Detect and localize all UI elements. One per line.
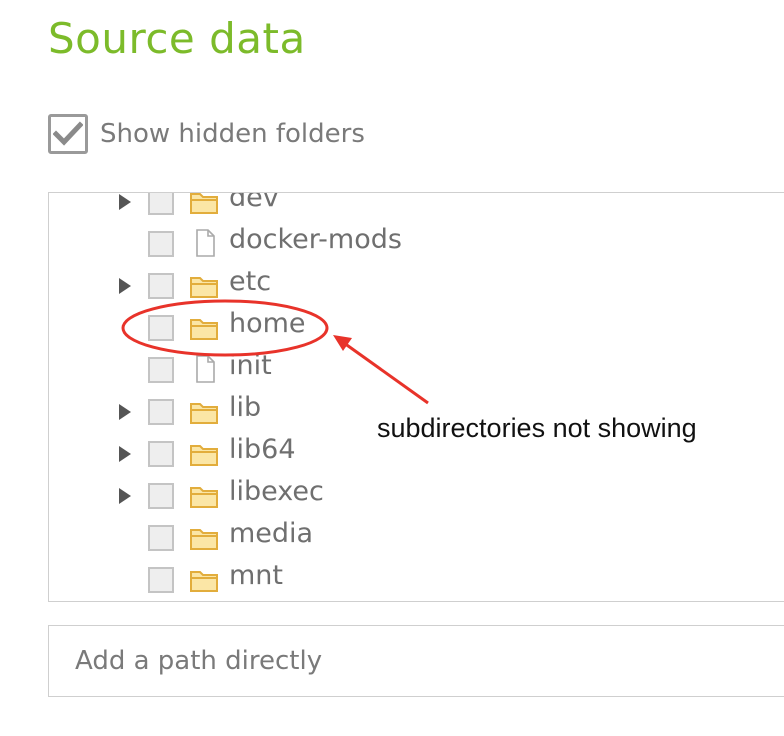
folder-icon (190, 277, 218, 298)
file-icon (196, 229, 215, 257)
row-label[interactable]: init (229, 350, 272, 381)
folder-icon (190, 571, 218, 592)
checkmark-icon (53, 121, 83, 146)
folder-icon (190, 319, 218, 340)
show-hidden-folders-checkbox[interactable] (48, 114, 88, 154)
row-checkbox[interactable] (148, 193, 174, 215)
expand-arrow-icon[interactable] (117, 487, 133, 505)
row-label[interactable]: etc (229, 266, 271, 297)
folder-icon (190, 529, 218, 550)
row-checkbox[interactable] (148, 273, 174, 299)
row-label[interactable]: lib (229, 392, 261, 423)
row-label[interactable]: libexec (229, 476, 324, 507)
folder-icon (190, 403, 218, 424)
row-checkbox[interactable] (148, 441, 174, 467)
row-label[interactable]: mnt (229, 560, 283, 591)
row-label[interactable]: media (229, 518, 313, 549)
row-checkbox[interactable] (148, 483, 174, 509)
expand-arrow-icon[interactable] (117, 277, 133, 295)
row-checkbox[interactable] (148, 315, 174, 341)
folder-icon (190, 445, 218, 466)
annotation-text: subdirectories not showing (377, 413, 697, 443)
row-checkbox[interactable] (148, 399, 174, 425)
expand-arrow-icon[interactable] (117, 403, 133, 421)
row-label[interactable]: lib64 (229, 434, 296, 465)
page-title: Source data (48, 14, 306, 63)
row-checkbox[interactable] (148, 231, 174, 257)
add-path-input[interactable] (48, 625, 784, 697)
folder-icon (190, 193, 218, 214)
row-checkbox[interactable] (148, 525, 174, 551)
expand-arrow-icon[interactable] (117, 445, 133, 463)
row-label[interactable]: home (229, 308, 306, 339)
show-hidden-folders-label[interactable]: Show hidden folders (100, 119, 365, 149)
row-checkbox[interactable] (148, 357, 174, 383)
file-icon (196, 355, 215, 383)
show-hidden-folders-row[interactable]: Show hidden folders (48, 112, 365, 156)
row-label[interactable]: docker-mods (229, 224, 402, 255)
folder-tree[interactable]: dev docker-mods etc home init lib lib64 (48, 192, 784, 602)
expand-arrow-icon[interactable] (117, 193, 133, 211)
row-checkbox[interactable] (148, 567, 174, 593)
row-label[interactable]: dev (229, 193, 279, 213)
folder-icon (190, 487, 218, 508)
